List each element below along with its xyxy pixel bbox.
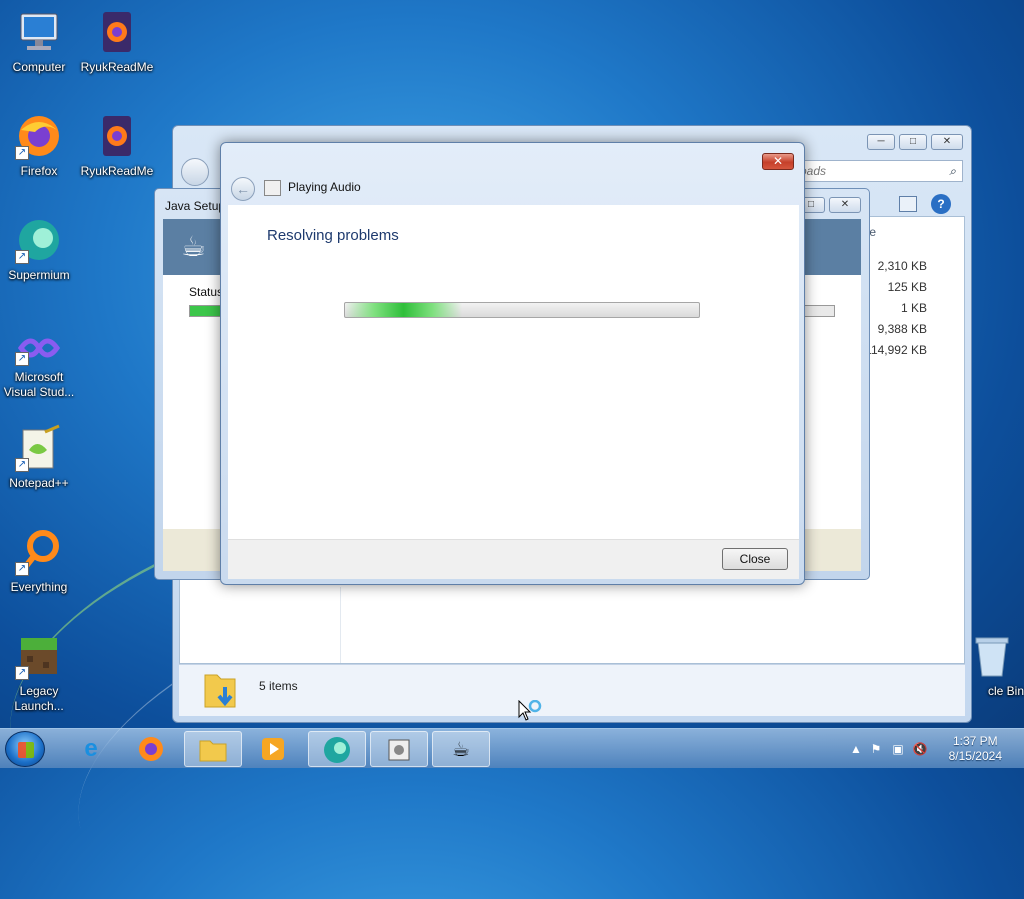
marquee-progress-bar xyxy=(344,302,700,318)
firefox-icon xyxy=(93,8,141,56)
file-size: 1 KB xyxy=(900,301,927,315)
explorer-status-bar: 5 items xyxy=(179,664,965,716)
desktop-icon-supermium[interactable]: ↗ Supermium xyxy=(0,216,78,283)
network-icon[interactable]: ▣ xyxy=(890,741,906,757)
desktop-icon-label: Computer xyxy=(12,60,66,74)
minecraft-block-icon: ↗ xyxy=(15,632,63,680)
taskbar: e ☕ ▲ ⚑ ▣ 🔇 1:37 PM 8/15/2024 xyxy=(0,728,1024,768)
file-size: 114,992 KB xyxy=(865,343,927,357)
media-player-taskbar-button[interactable] xyxy=(244,731,302,767)
desktop-icon-computer[interactable]: Computer xyxy=(0,8,78,75)
notepadpp-icon: ↗ xyxy=(15,424,63,472)
dialog-title: Playing Audio xyxy=(288,180,361,194)
desktop-icon-label: Legacy Launch... xyxy=(14,684,64,713)
desktop-icon-firefox[interactable]: ↗ Firefox xyxy=(0,112,78,179)
volume-muted-icon[interactable]: 🔇 xyxy=(912,741,928,757)
status-label: Status xyxy=(189,285,224,299)
java-setup-taskbar-button[interactable]: ☕ xyxy=(432,731,490,767)
file-size: 125 KB xyxy=(887,280,927,294)
file-size-column: 2,310 KB 125 KB 1 KB 9,388 KB 114,992 KB xyxy=(865,256,927,361)
action-center-flag-icon[interactable]: ⚑ xyxy=(868,741,884,757)
desktop-icon-label: RyukReadMe xyxy=(80,164,154,178)
shortcut-arrow-icon: ↗ xyxy=(15,352,29,366)
desktop-icon-visual-studio[interactable]: ↗ Microsoft Visual Stud... xyxy=(0,330,78,400)
system-tray: ▲ ⚑ ▣ 🔇 1:37 PM 8/15/2024 xyxy=(844,729,1024,769)
desktop-icon-label: Microsoft Visual Stud... xyxy=(3,370,75,399)
item-count: 5 items xyxy=(259,679,298,693)
visual-studio-icon: ↗ xyxy=(15,330,63,366)
desktop-icon-notepadpp[interactable]: ↗ Notepad++ xyxy=(0,424,78,491)
playing-audio-dialog[interactable]: ✕ ← Playing Audio Resolving problems Clo… xyxy=(220,142,805,585)
desktop-icon-label: Everything xyxy=(10,580,68,594)
busy-cursor-icon xyxy=(518,699,542,724)
computer-icon xyxy=(15,8,63,56)
firefox-icon: ↗ xyxy=(15,112,63,160)
recycle-bin-icon xyxy=(968,632,1016,680)
file-size: 2,310 KB xyxy=(877,259,927,273)
window-title: Java Setup xyxy=(165,199,226,213)
close-button[interactable]: ✕ xyxy=(931,134,963,150)
back-arrow-icon[interactable]: ← xyxy=(231,177,255,201)
desktop-icon-legacy-launcher[interactable]: ↗ Legacy Launch... xyxy=(0,632,78,714)
desktop-icon-label: Notepad++ xyxy=(9,476,69,490)
preview-pane-icon[interactable] xyxy=(899,196,917,212)
pane-divider xyxy=(340,587,341,663)
dialog-content: Resolving problems xyxy=(228,205,799,539)
file-size: 9,388 KB xyxy=(877,322,927,336)
shortcut-arrow-icon: ↗ xyxy=(15,146,29,160)
show-hidden-icons-chevron-icon[interactable]: ▲ xyxy=(848,741,864,757)
help-icon[interactable]: ? xyxy=(931,194,951,214)
clock-date: 8/15/2024 xyxy=(948,749,1002,763)
desktop-icon-ryukreadme-2[interactable]: RyukReadMe xyxy=(78,112,156,179)
troubleshooter-taskbar-button[interactable] xyxy=(370,731,428,767)
explorer-taskbar-button[interactable] xyxy=(184,731,242,767)
close-button[interactable]: ✕ xyxy=(829,197,861,213)
desktop-icon-ryukreadme[interactable]: RyukReadMe xyxy=(78,8,156,75)
minimize-button[interactable]: ─ xyxy=(867,134,895,150)
search-icon: ⌕ xyxy=(949,164,956,178)
shortcut-arrow-icon: ↗ xyxy=(15,666,29,680)
close-icon[interactable]: ✕ xyxy=(762,153,794,170)
close-button[interactable]: Close xyxy=(722,548,788,570)
page-heading: Resolving problems xyxy=(267,227,399,244)
desktop-icon-label: RyukReadMe xyxy=(80,60,154,74)
dialog-button-bar: Close xyxy=(228,539,799,579)
shortcut-arrow-icon: ↗ xyxy=(15,250,29,264)
start-button[interactable] xyxy=(5,731,45,767)
supermium-taskbar-button[interactable] xyxy=(308,731,366,767)
clock[interactable]: 1:37 PM 8/15/2024 xyxy=(949,734,1002,764)
desktop-icon-label: Supermium xyxy=(8,268,70,282)
back-nav-button[interactable] xyxy=(181,158,209,186)
search-input[interactable]: oads ⌕ xyxy=(793,160,963,182)
clock-time: 1:37 PM xyxy=(952,734,998,748)
firefox-icon xyxy=(93,112,141,160)
shortcut-arrow-icon: ↗ xyxy=(15,458,29,472)
desktop-icon-everything[interactable]: ↗ Everything xyxy=(0,528,78,595)
everything-search-icon: ↗ xyxy=(15,528,63,576)
desktop-icon-label: Firefox xyxy=(20,164,58,178)
firefox-taskbar-icon[interactable] xyxy=(122,731,180,767)
progress-glow xyxy=(345,303,462,317)
downloads-folder-icon xyxy=(203,669,237,711)
shortcut-arrow-icon: ↗ xyxy=(15,562,29,576)
ie-icon[interactable]: e xyxy=(62,731,120,767)
java-cup-icon: ☕ xyxy=(181,231,207,262)
supermium-icon: ↗ xyxy=(15,216,63,264)
troubleshooter-icon xyxy=(264,180,281,196)
maximize-button[interactable]: □ xyxy=(899,134,927,150)
